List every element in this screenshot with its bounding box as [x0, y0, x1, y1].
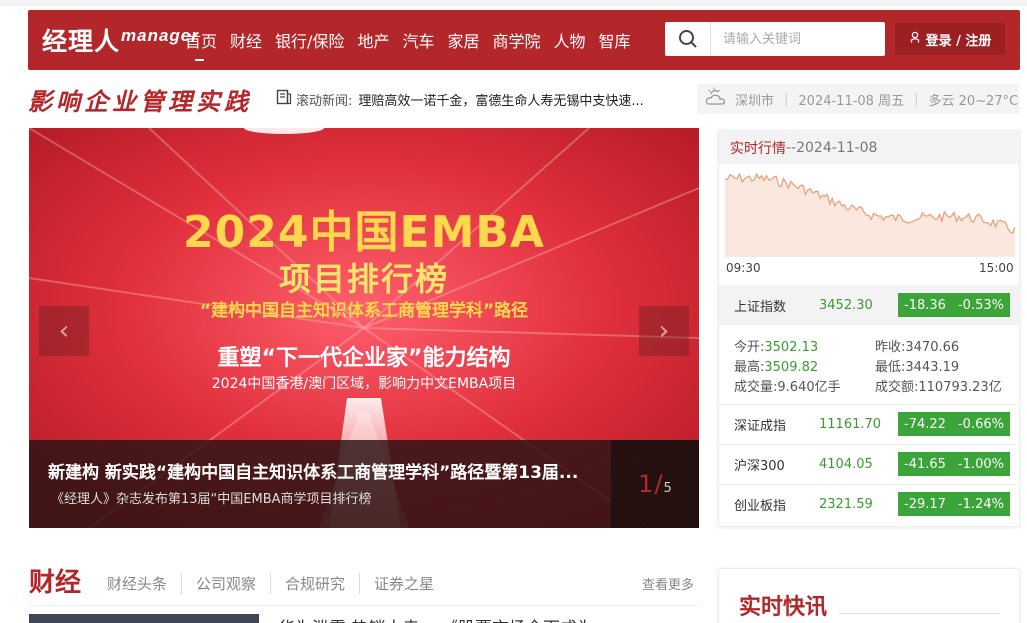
nav-home-furnishing[interactable]: 家居	[447, 28, 479, 52]
weather-date: 2024-11-08 周五	[798, 93, 905, 109]
caption-subtitle: 《经理人》杂志发布第13届“中国EMBA商学项目排行榜	[51, 492, 372, 507]
tab-company-watch[interactable]: 公司观察	[181, 573, 270, 594]
index-change: -18.36	[904, 297, 946, 313]
chevron-left-icon: ‹	[58, 316, 70, 346]
carousel-caption[interactable]: 新建构 新实践“建构中国自主知识体系工商管理学科”路径暨第13届... 《经理人…	[29, 440, 699, 528]
flash-news-title: 实时快讯	[739, 595, 828, 620]
nav-home[interactable]: 首页	[185, 28, 217, 61]
nav-realestate[interactable]: 地产	[357, 28, 389, 52]
site-logo[interactable]: 经理人manager	[42, 22, 199, 58]
main-nav: 首页 财经 银行/保险 地产 汽车 家居 商学院 人物 智库	[185, 28, 644, 61]
tab-finance-headlines[interactable]: 财经头条	[107, 573, 181, 594]
pager-total: 5	[663, 480, 672, 496]
weather-bar: 深圳市 | 2024-11-08 周五 | 多云 20~27°C	[697, 84, 1019, 114]
news-icon	[276, 89, 292, 109]
hero-carousel[interactable]: 2024中国EMBA 项目排行榜 “建构中国自主知识体系工商管理学科”路径 重塑…	[29, 128, 699, 528]
tab-compliance-research[interactable]: 合规研究	[270, 573, 359, 594]
article-thumbnail[interactable]	[29, 614, 259, 623]
search-input[interactable]	[711, 23, 871, 55]
banner-slogan: 重塑“下一代企业家”能力结构	[217, 346, 511, 371]
index-name: 上证指数	[734, 299, 787, 315]
prev-close-value: 3470.66	[905, 339, 960, 355]
ticker-link[interactable]: 理赔高效一诺千金，富德生命人寿无锡中支快速...	[358, 90, 643, 109]
index-row-shenzhen[interactable]: 深证成指 11161.70 -74.22 -0.66%	[719, 404, 1019, 444]
login-button[interactable]: 登录 / 注册	[895, 23, 1005, 55]
nav-auto[interactable]: 汽车	[402, 28, 434, 52]
banner-note: 2024中国香港/澳门区域，影响力中文EMBA项目	[211, 376, 517, 392]
intraday-area	[725, 174, 1015, 257]
news-ticker: 滚动新闻: 理赔高效一诺千金，富德生命人寿无锡中支快速...	[276, 89, 644, 109]
low-value: 3443.19	[905, 359, 960, 375]
nav-finance[interactable]: 财经	[230, 28, 262, 52]
market-date: --2024-11-08	[786, 139, 878, 156]
ticker-label: 滚动新闻:	[296, 93, 353, 109]
caption-title[interactable]: 新建构 新实践“建构中国自主知识体系工商管理学科”路径暨第13届...	[48, 458, 613, 483]
flash-news-panel: 实时快讯	[718, 568, 1020, 623]
user-icon	[909, 31, 921, 47]
amount-value: 110793.23亿	[918, 379, 1002, 395]
index-row-chinext[interactable]: 创业板指 2321.59 -29.17 -1.24%	[719, 484, 1019, 524]
cloudy-weather-icon	[705, 87, 727, 111]
market-title[interactable]: 实时行情	[730, 138, 786, 158]
nav-thinktank[interactable]: 智库	[599, 28, 631, 52]
pager-current: 1	[638, 470, 654, 498]
intraday-chart	[724, 171, 1016, 281]
index-change-badge: -18.36 -0.53%	[898, 293, 1010, 317]
search-box	[665, 22, 885, 56]
tab-stock-star[interactable]: 证券之星	[359, 573, 448, 594]
index-row-csi300[interactable]: 沪深300 4104.05 -41.65 -1.00%	[719, 444, 1019, 484]
carousel-next-button[interactable]: ›	[639, 306, 689, 356]
index-row-shanghai[interactable]: 上证指数 3452.30 -18.36 -0.53%	[719, 285, 1019, 325]
chevron-right-icon: ›	[658, 316, 670, 346]
nav-people[interactable]: 人物	[554, 28, 586, 52]
login-label: 登录 / 注册	[925, 33, 992, 49]
carousel-prev-button[interactable]: ‹	[39, 306, 89, 356]
high-value: 3509.82	[764, 359, 819, 375]
slogan: 影响企业管理实践	[28, 87, 252, 116]
index-pct: -0.53%	[957, 297, 1004, 313]
search-icon[interactable]	[665, 22, 711, 56]
open-value: 3502.13	[764, 339, 819, 355]
market-panel: 实时行情 --2024-11-08 09:30 15:00 上证指数 3452.3…	[718, 130, 1020, 527]
banner-subtitle: 项目排行榜	[278, 260, 449, 298]
market-header: 实时行情 --2024-11-08	[719, 131, 1019, 164]
weather-city: 深圳市	[735, 93, 775, 109]
index-change-badge: -74.22 -0.66%	[898, 412, 1010, 436]
nav-business-school[interactable]: 商学院	[492, 28, 540, 52]
index-details: 今开:3502.13 昨收:3470.66 最高:3509.82 最低:3443.1…	[734, 339, 1002, 395]
section-tabs: 财经头条 公司观察 合规研究 证券之星	[107, 573, 448, 594]
axis-start-label: 09:30	[726, 261, 761, 275]
index-change-badge: -41.65 -1.00%	[898, 452, 1010, 476]
weather-condition: 多云 20~27°C	[928, 93, 1019, 109]
section-title-finance[interactable]: 财经	[29, 562, 81, 599]
logo-text: 经理人	[42, 27, 121, 56]
article-headline[interactable]: 华为泄露 热销大卖... 《股票市场全面成为	[278, 614, 594, 623]
axis-end-label: 15:00	[979, 261, 1014, 275]
carousel-pager: 1 / 5	[611, 440, 699, 528]
view-more-link[interactable]: 查看更多	[642, 574, 694, 593]
intraday-line-chart	[724, 172, 1016, 257]
index-change-badge: -29.17 -1.24%	[898, 492, 1010, 516]
banner-title: 2024中国EMBA	[183, 207, 545, 258]
site-header: 经理人manager 首页 财经 银行/保险 地产 汽车 家居 商学院 人物 智…	[28, 10, 1020, 70]
banner-tagline: “建构中国自主知识体系工商管理学科”路径	[199, 301, 529, 321]
nav-bank-insurance[interactable]: 银行/保险	[275, 28, 344, 52]
volume-value: 9.640亿手	[777, 379, 841, 395]
top-strip	[0, 0, 1027, 6]
index-value: 3452.30	[819, 297, 873, 313]
